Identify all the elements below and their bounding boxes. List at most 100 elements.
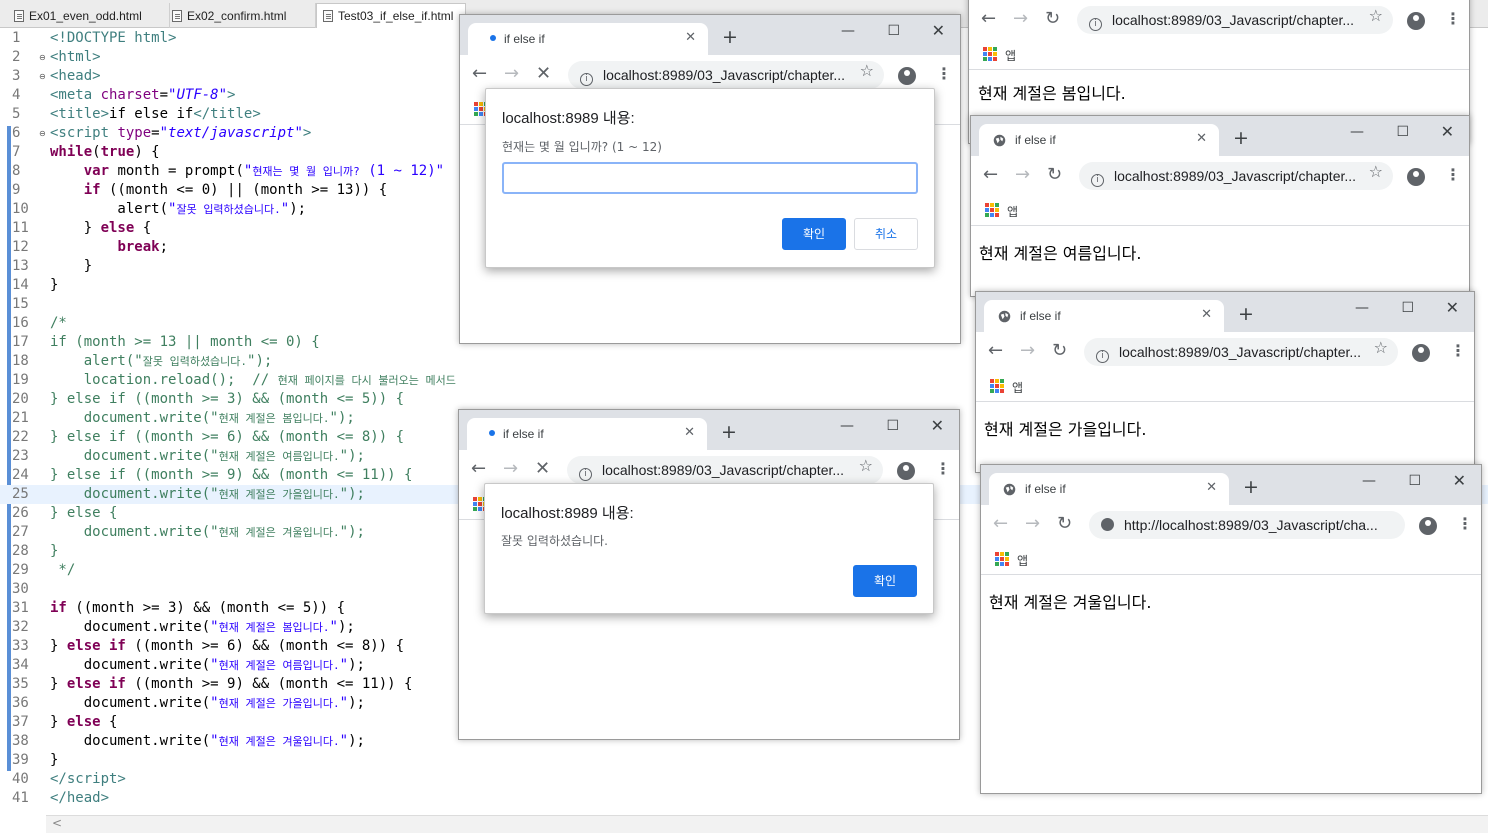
forward-icon[interactable]: → (1025, 514, 1040, 534)
window-close-icon[interactable]: ✕ (932, 21, 945, 40)
back-icon[interactable]: ← (472, 64, 487, 84)
address-bar[interactable]: i localhost:8989/03_Javascript/chapter...… (568, 61, 884, 89)
forward-icon[interactable]: → (504, 64, 519, 84)
html-file-icon (172, 9, 182, 22)
apps-label[interactable]: 앱 (1007, 203, 1018, 220)
tab-close-icon[interactable]: ✕ (1196, 131, 1207, 146)
tab-close-icon[interactable]: ✕ (1206, 480, 1217, 495)
prompt-ok-button[interactable]: 확인 (782, 218, 846, 250)
back-icon[interactable]: ← (988, 341, 1003, 361)
editor-tab-ex02[interactable]: Ex02_confirm.html (166, 3, 316, 28)
info-icon[interactable]: i (1091, 174, 1104, 187)
window-close-icon[interactable]: ✕ (931, 416, 944, 435)
maximize-icon[interactable]: ☐ (1401, 300, 1414, 316)
account-icon[interactable] (1412, 344, 1430, 362)
maximize-icon[interactable]: ☐ (887, 23, 900, 39)
apps-grid-icon[interactable] (990, 379, 1004, 393)
fold-toggle-icon[interactable]: ⊖ (39, 129, 46, 138)
back-icon[interactable]: ← (981, 9, 996, 29)
back-icon[interactable]: ← (993, 514, 1008, 534)
editor-tab-ex01[interactable]: Ex01_even_odd.html (8, 3, 170, 28)
globe-small-icon[interactable] (1101, 518, 1114, 531)
maximize-icon[interactable]: ☐ (1408, 473, 1421, 489)
back-icon[interactable]: ← (983, 165, 998, 185)
tab-close-icon[interactable]: ✕ (684, 425, 695, 440)
account-icon[interactable] (897, 462, 915, 480)
apps-grid-icon[interactable] (995, 552, 1009, 566)
info-icon[interactable]: i (1096, 350, 1109, 363)
address-bar[interactable]: i localhost:8989/03_Javascript/chapter...… (1084, 338, 1398, 366)
reload-icon[interactable]: ↻ (1045, 9, 1060, 29)
minimize-icon[interactable]: — (1355, 300, 1369, 316)
editor-tab-test03[interactable]: Test03_if_else_if.html (316, 3, 466, 28)
maximize-icon[interactable]: ☐ (886, 418, 899, 434)
fold-toggle-icon[interactable]: ⊖ (39, 53, 46, 62)
browser-tab[interactable]: if else if ✕ (984, 300, 1224, 332)
prompt-cancel-button[interactable]: 취소 (854, 218, 918, 250)
menu-icon[interactable]: ⋮ (936, 64, 952, 83)
info-icon[interactable]: i (579, 468, 592, 481)
browser-tab[interactable]: if else if ✕ (468, 23, 708, 55)
menu-icon[interactable]: ⋮ (1445, 9, 1461, 28)
stop-icon[interactable]: ✕ (535, 459, 550, 479)
alert-ok-button[interactable]: 확인 (853, 565, 917, 597)
forward-icon[interactable]: → (503, 459, 518, 479)
bookmark-star-icon[interactable]: ☆ (1374, 338, 1388, 357)
tab-close-icon[interactable]: ✕ (1201, 307, 1212, 322)
apps-label[interactable]: 앱 (1005, 47, 1016, 64)
window-close-icon[interactable]: ✕ (1441, 122, 1454, 141)
address-bar[interactable]: i localhost:8989/03_Javascript/chapter...… (1079, 162, 1393, 190)
apps-label[interactable]: 앱 (1017, 552, 1028, 569)
reload-icon[interactable]: ↻ (1052, 341, 1067, 361)
back-icon[interactable]: ← (471, 459, 486, 479)
menu-icon[interactable]: ⋮ (1457, 514, 1473, 533)
bookmark-star-icon[interactable]: ☆ (859, 456, 873, 475)
address-bar[interactable]: i localhost:8989/03_Javascript/chapter...… (567, 456, 883, 484)
apps-grid-icon[interactable] (985, 203, 999, 217)
stop-icon[interactable]: ✕ (536, 64, 551, 84)
info-icon[interactable]: i (1089, 18, 1102, 31)
menu-icon[interactable]: ⋮ (1450, 341, 1466, 360)
browser-tab[interactable]: if else if ✕ (989, 473, 1229, 505)
window-close-icon[interactable]: ✕ (1453, 471, 1466, 490)
browser-tab[interactable]: if else if ✕ (979, 124, 1219, 156)
menu-icon[interactable]: ⋮ (1445, 165, 1461, 184)
new-tab-icon[interactable]: + (721, 422, 737, 442)
prompt-input[interactable] (502, 162, 918, 194)
new-tab-icon[interactable]: + (1238, 304, 1254, 324)
new-tab-icon[interactable]: + (1233, 128, 1249, 148)
account-icon[interactable] (898, 67, 916, 85)
browser-tab[interactable]: if else if ✕ (467, 418, 707, 450)
minimize-icon[interactable]: — (1350, 124, 1364, 140)
minimize-icon[interactable]: — (1362, 473, 1376, 489)
maximize-icon[interactable]: ☐ (1396, 124, 1409, 140)
bookmark-star-icon[interactable]: ☆ (1369, 6, 1383, 25)
info-icon[interactable]: i (580, 73, 593, 86)
account-icon[interactable] (1407, 12, 1425, 30)
forward-icon[interactable]: → (1020, 341, 1035, 361)
address-bar[interactable]: http://localhost:8989/03_Javascript/cha.… (1089, 511, 1405, 539)
reload-icon[interactable]: ↻ (1057, 514, 1072, 534)
account-icon[interactable] (1419, 517, 1437, 535)
apps-grid-icon[interactable] (983, 47, 997, 61)
forward-icon[interactable]: → (1015, 165, 1030, 185)
minimize-icon[interactable]: — (840, 418, 854, 434)
bookmark-star-icon[interactable]: ☆ (860, 61, 874, 80)
new-tab-icon[interactable]: + (722, 27, 738, 47)
minimize-icon[interactable]: — (841, 23, 855, 39)
dialog-title: localhost:8989 내용: (502, 110, 635, 127)
reload-icon[interactable]: ↻ (1047, 165, 1062, 185)
bookmark-star-icon[interactable]: ☆ (1369, 162, 1383, 181)
address-bar[interactable]: i localhost:8989/03_Javascript/chapter...… (1077, 6, 1393, 34)
window-close-icon[interactable]: ✕ (1446, 298, 1459, 317)
fold-toggle-icon[interactable]: ⊖ (39, 72, 46, 81)
apps-label[interactable]: 앱 (1012, 379, 1023, 396)
tab-close-icon[interactable]: ✕ (685, 30, 696, 45)
menu-icon[interactable]: ⋮ (935, 459, 951, 478)
horizontal-scrollbar[interactable]: < (46, 815, 1488, 833)
new-tab-icon[interactable]: + (1243, 477, 1259, 497)
account-icon[interactable] (1407, 168, 1425, 186)
forward-icon[interactable]: → (1013, 9, 1028, 29)
scroll-left-arrow-icon[interactable]: < (52, 816, 62, 830)
page-text: 현재 계절은 겨울입니다. (989, 593, 1152, 612)
